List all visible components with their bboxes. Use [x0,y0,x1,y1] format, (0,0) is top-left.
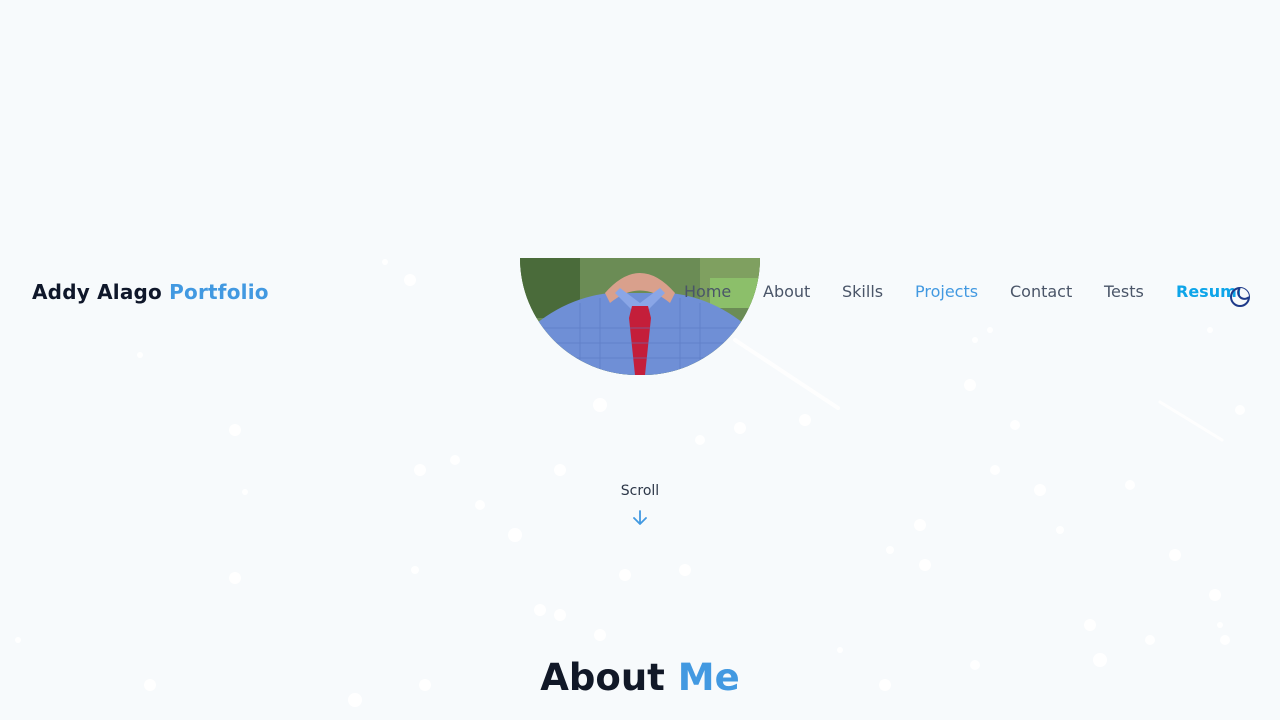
theme-toggle-button[interactable] [1228,285,1252,309]
nav-about[interactable]: About [763,282,810,301]
nav-tests[interactable]: Tests [1104,282,1144,301]
moon-icon [1230,287,1250,307]
nav-contact[interactable]: Contact [1010,282,1072,301]
nav-projects[interactable]: Projects [915,282,978,301]
nav-home[interactable]: Home [684,282,731,301]
brand-name: Addy Alago [32,280,162,304]
brand-suffix: Portfolio [169,280,269,304]
about-title-text: About [540,656,665,699]
nav-skills[interactable]: Skills [842,282,883,301]
about-section-title: About Me [0,656,1280,699]
navbar: Addy Alago Portfolio Home About Skills P… [0,270,1280,314]
scroll-label: Scroll [620,483,660,499]
about-title-accent: Me [677,656,740,699]
scroll-indicator[interactable]: Scroll [600,483,680,527]
brand-logo[interactable]: Addy Alago Portfolio [32,280,269,304]
arrow-down-icon [633,510,647,525]
